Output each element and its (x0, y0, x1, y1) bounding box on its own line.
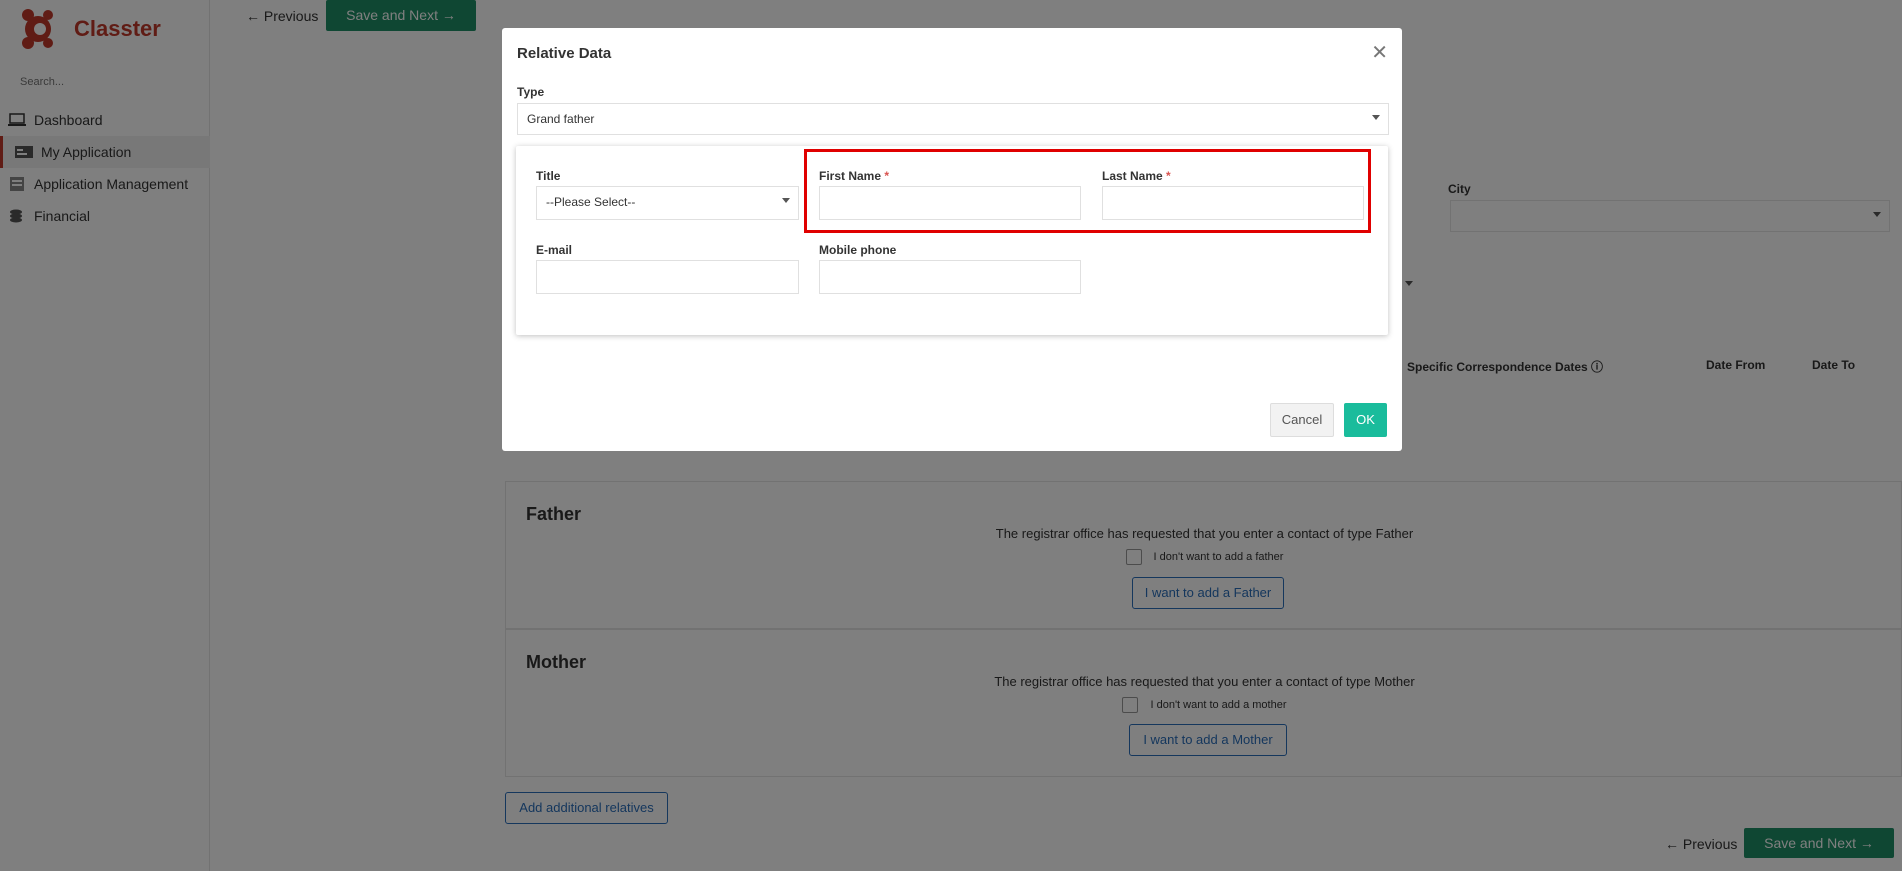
title-label: Title (536, 169, 561, 183)
close-icon[interactable]: ✕ (1371, 40, 1388, 65)
type-label: Type (517, 85, 545, 99)
title-select[interactable]: --Please Select-- (536, 186, 799, 220)
email-label: E-mail (536, 243, 573, 257)
modal-title: Relative Data (517, 45, 612, 62)
mobile-phone-input[interactable] (819, 260, 1081, 294)
cancel-button[interactable]: Cancel (1270, 403, 1334, 437)
mobile-phone-label: Mobile phone (819, 243, 897, 257)
type-select[interactable]: Grand father (517, 103, 1389, 135)
highlight-box (804, 149, 1371, 233)
email-input[interactable] (536, 260, 799, 294)
ok-button[interactable]: OK (1344, 403, 1387, 437)
chevron-down-icon (1372, 115, 1380, 120)
chevron-down-icon (782, 198, 790, 203)
type-select-value: Grand father (527, 112, 595, 126)
relative-data-modal: Relative Data ✕ Type Grand father Title … (502, 28, 1402, 451)
title-select-value: --Please Select-- (546, 195, 636, 209)
